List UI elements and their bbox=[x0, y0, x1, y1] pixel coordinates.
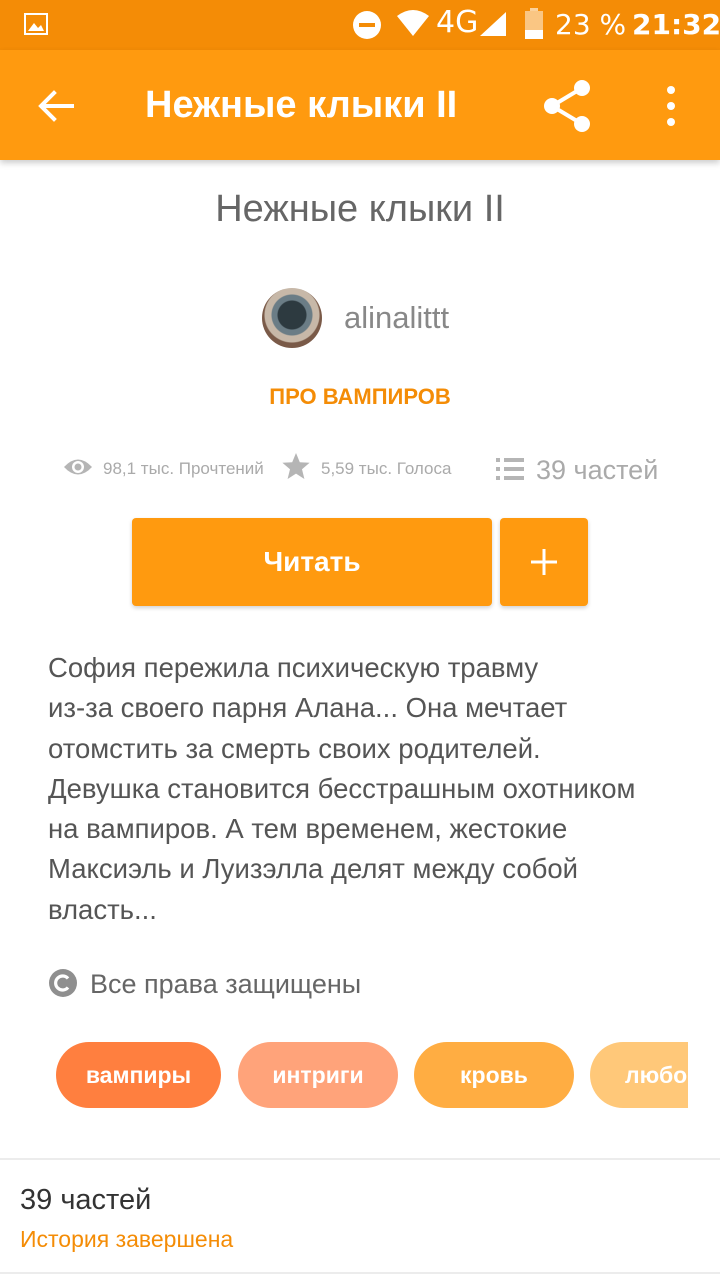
tag-chip[interactable]: интриги bbox=[238, 1042, 398, 1108]
avatar[interactable] bbox=[262, 288, 322, 348]
parts-count: 39 частей bbox=[20, 1184, 152, 1216]
app-bar: Нежные клыки II bbox=[0, 50, 720, 160]
description-line: Девушка становится бесстрашным охотником bbox=[48, 772, 636, 804]
description-line: власть... bbox=[48, 893, 157, 925]
reads-count: 98,1 тыс. Прочтений bbox=[103, 459, 264, 478]
category-link[interactable]: ПРО ВАМПИРОВ bbox=[0, 384, 720, 410]
description-line: из-за своего парня Алана... Она мечтает bbox=[48, 692, 568, 724]
eye-icon bbox=[64, 459, 92, 475]
description-line: Максиэль и Луизэлла делят между собой bbox=[48, 853, 579, 885]
tag-chip[interactable]: любо bbox=[590, 1042, 688, 1108]
story-status: История завершена bbox=[20, 1226, 234, 1252]
star-icon bbox=[282, 453, 310, 479]
parts-row[interactable]: 39 частей История завершена bbox=[0, 1160, 720, 1272]
tag-chip[interactable]: вампиры bbox=[56, 1042, 221, 1108]
app-bar-title: Нежные клыки II bbox=[145, 84, 458, 126]
story-stats: 98,1 тыс. Прочтений 5,59 тыс. Голоса 39 … bbox=[0, 448, 720, 492]
description-line: отомстить за смерть своих родителей. bbox=[48, 732, 541, 764]
parts-count-stat: 39 частей bbox=[536, 455, 659, 485]
add-to-library-button[interactable] bbox=[500, 518, 588, 606]
tag-chip[interactable]: кровь bbox=[414, 1042, 574, 1108]
share-icon[interactable] bbox=[540, 78, 596, 134]
story-title: Нежные клыки II bbox=[215, 188, 505, 230]
back-arrow-icon[interactable] bbox=[34, 84, 78, 128]
do-not-disturb-icon bbox=[353, 11, 381, 39]
tag-list: вампиры интриги кровь любо bbox=[56, 1042, 688, 1108]
status-bar: 4G 23 % 21:32 bbox=[0, 0, 720, 50]
divider bbox=[0, 1272, 720, 1274]
network-type: 4G bbox=[436, 5, 479, 40]
author-name[interactable]: alinalittt bbox=[344, 300, 449, 336]
description-line: София пережила психическую травму bbox=[48, 652, 539, 683]
votes-count: 5,59 тыс. Голоса bbox=[321, 459, 452, 478]
copyright-icon bbox=[49, 969, 77, 997]
list-icon bbox=[496, 458, 524, 480]
signal-icon bbox=[480, 12, 506, 36]
clock: 21:32 bbox=[632, 8, 720, 41]
battery-icon bbox=[525, 8, 543, 39]
plus-icon bbox=[531, 549, 557, 575]
description-line: на вампиров. А тем временем, жестокие bbox=[48, 813, 568, 845]
gallery-icon bbox=[24, 13, 48, 35]
wifi-icon bbox=[397, 10, 429, 36]
battery-percent: 23 % bbox=[555, 8, 627, 41]
copyright-text: Все права защищены bbox=[90, 969, 362, 999]
story-description: София пережила психическую травму из-за … bbox=[48, 648, 678, 930]
more-vert-icon[interactable] bbox=[656, 80, 686, 132]
read-button[interactable]: Читать bbox=[132, 518, 492, 606]
